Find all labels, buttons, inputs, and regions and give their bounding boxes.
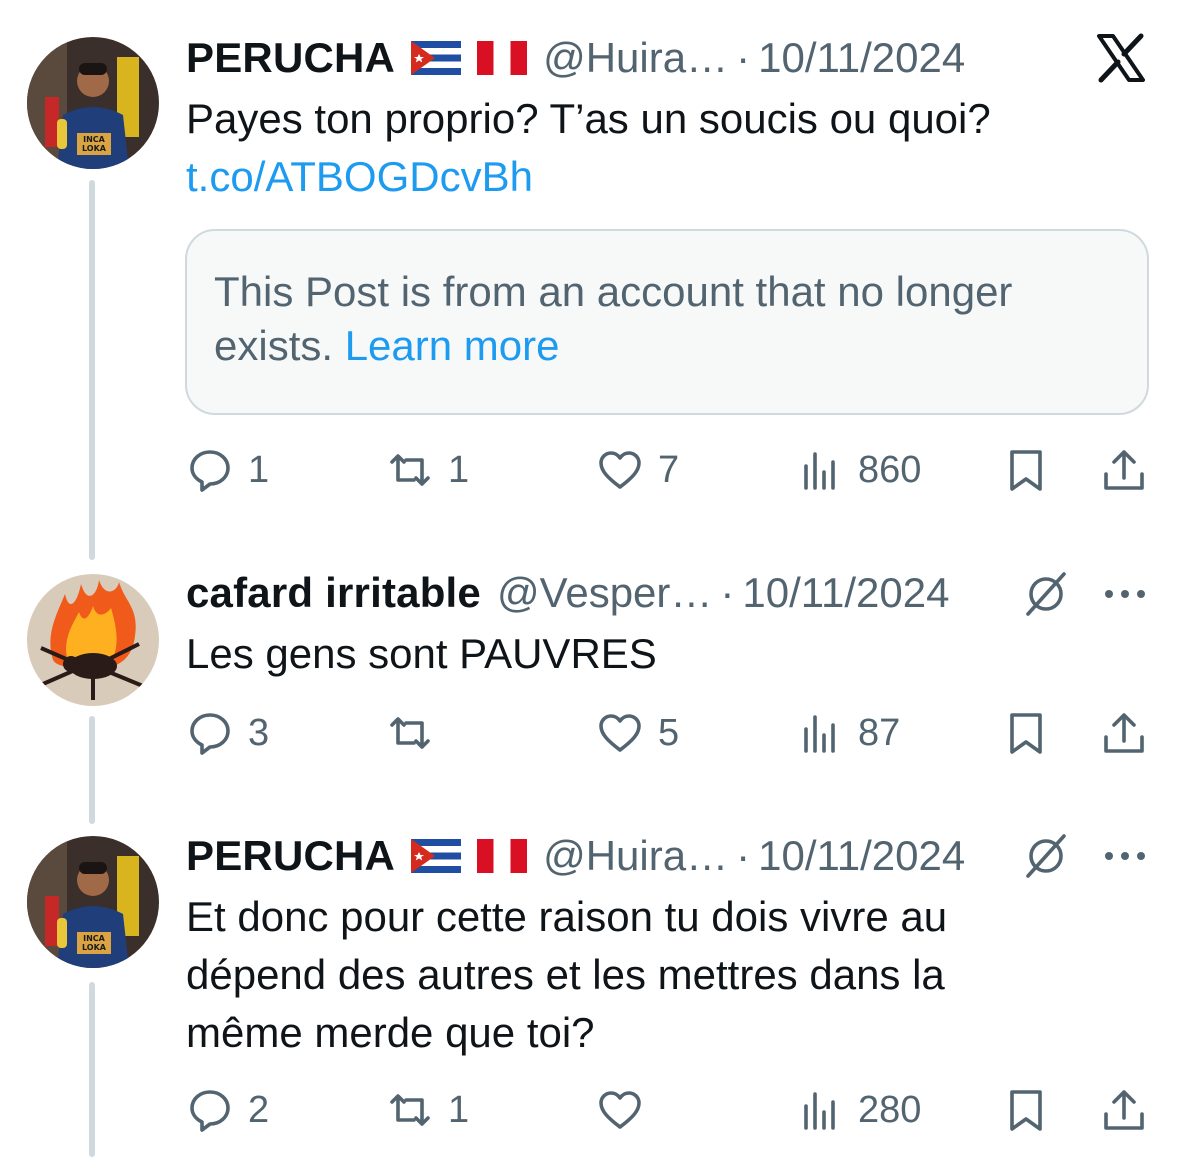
cuba-flag-icon xyxy=(411,839,462,873)
reply-button[interactable]: 3 xyxy=(186,703,269,763)
avatar[interactable] xyxy=(27,574,159,706)
avatar[interactable]: INCA LOKA xyxy=(27,836,159,968)
post-text-line: dépend des autres et les mettres dans la xyxy=(186,951,945,998)
bookmark-icon xyxy=(1002,709,1050,757)
peru-flag-icon xyxy=(477,41,528,75)
post-link[interactable]: t.co/ATBOGDcvBh xyxy=(186,148,991,206)
bookmark-icon xyxy=(1002,446,1050,494)
avatar-badge-text: INCA xyxy=(83,135,106,144)
post-header: PERUCHA @Huira… · 10/11/2024 xyxy=(186,33,965,83)
reply-button[interactable]: 1 xyxy=(186,440,269,500)
views-count: 860 xyxy=(858,448,922,491)
post-header: PERUCHA @Huira… · 10/11/2024 xyxy=(186,831,965,881)
thread-line xyxy=(89,716,95,824)
quote-text-line: This Post is from an account that no lon… xyxy=(214,268,1013,315)
post-text: Les gens sont PAUVRES xyxy=(186,625,657,683)
avatar-badge-text: INCA xyxy=(83,934,106,943)
more-options-icon[interactable] xyxy=(1102,846,1148,866)
heart-icon xyxy=(596,446,644,494)
like-count: 7 xyxy=(658,448,680,491)
reply-count: 3 xyxy=(248,711,270,754)
grok-icon[interactable] xyxy=(1022,832,1070,880)
author-name[interactable]: cafard irritable xyxy=(186,569,481,617)
like-button[interactable] xyxy=(596,1080,658,1140)
separator: · xyxy=(720,569,735,616)
quote-text-line: exists. xyxy=(214,322,334,369)
heart-icon xyxy=(596,1086,644,1134)
views-count: 87 xyxy=(858,711,901,754)
post-text: Et donc pour cette raison tu dois vivre … xyxy=(186,888,947,1062)
repost-icon xyxy=(386,446,434,494)
post-text-line: même merde que toi? xyxy=(186,1009,595,1056)
author-name[interactable]: PERUCHA xyxy=(186,34,395,82)
bookmark-button[interactable] xyxy=(1002,703,1050,763)
share-icon xyxy=(1100,446,1148,494)
reply-icon xyxy=(186,446,234,494)
author-handle[interactable]: @Huira… xyxy=(543,832,728,880)
avatar-badge-text: LOKA xyxy=(82,144,107,153)
views-button[interactable]: 280 xyxy=(796,1080,921,1140)
heart-icon xyxy=(596,709,644,757)
quoted-post-unavailable: This Post is from an account that no lon… xyxy=(185,229,1149,415)
author-handle[interactable]: @Vesper… xyxy=(497,569,712,617)
action-bar: 2 1 280 xyxy=(186,1080,1156,1140)
thread-line xyxy=(89,180,95,560)
bookmark-button[interactable] xyxy=(1002,1080,1050,1140)
x-logo-icon[interactable] xyxy=(1095,32,1147,84)
action-bar: 1 1 7 860 xyxy=(186,440,1156,500)
reply-icon xyxy=(186,709,234,757)
repost-button[interactable]: 1 xyxy=(386,440,469,500)
views-icon xyxy=(796,1086,844,1134)
peru-flag-icon xyxy=(477,839,528,873)
post-date[interactable]: 10/11/2024 xyxy=(758,832,965,880)
views-button[interactable]: 860 xyxy=(796,440,921,500)
repost-icon xyxy=(386,1086,434,1134)
post-text-line: Payes ton proprio? T’as un soucis ou quo… xyxy=(186,95,991,142)
like-button[interactable]: 5 xyxy=(596,703,679,763)
bookmark-icon xyxy=(1002,1086,1050,1134)
views-icon xyxy=(796,446,844,494)
share-button[interactable] xyxy=(1100,440,1148,500)
share-icon xyxy=(1100,1086,1148,1134)
reply-button[interactable]: 2 xyxy=(186,1080,269,1140)
like-count: 5 xyxy=(658,711,680,754)
author-handle[interactable]: @Huira… xyxy=(543,34,728,82)
share-button[interactable] xyxy=(1100,703,1148,763)
cuba-flag-icon xyxy=(411,41,462,75)
reply-count: 1 xyxy=(248,448,270,491)
views-icon xyxy=(796,709,844,757)
share-button[interactable] xyxy=(1100,1080,1148,1140)
post-date[interactable]: 10/11/2024 xyxy=(758,34,965,82)
action-bar: 3 5 87 xyxy=(186,703,1156,763)
author-name[interactable]: PERUCHA xyxy=(186,832,395,880)
separator: · xyxy=(736,832,751,879)
bookmark-button[interactable] xyxy=(1002,440,1050,500)
views-count: 280 xyxy=(858,1088,922,1131)
reply-count: 2 xyxy=(248,1088,270,1131)
repost-count: 1 xyxy=(448,1088,470,1131)
learn-more-link[interactable]: Learn more xyxy=(345,322,560,369)
post-text-line: Les gens sont PAUVRES xyxy=(186,630,657,677)
avatar[interactable]: INCA LOKA xyxy=(27,37,159,169)
avatar-badge-text: LOKA xyxy=(82,943,107,952)
like-button[interactable]: 7 xyxy=(596,440,679,500)
repost-icon xyxy=(386,709,434,757)
more-options-icon[interactable] xyxy=(1102,584,1148,604)
share-icon xyxy=(1100,709,1148,757)
thread-line xyxy=(89,982,95,1157)
post-header: cafard irritable @Vesper… · 10/11/2024 xyxy=(186,568,950,618)
reply-icon xyxy=(186,1086,234,1134)
separator: · xyxy=(736,34,751,81)
views-button[interactable]: 87 xyxy=(796,703,900,763)
grok-icon[interactable] xyxy=(1022,570,1070,618)
repost-button[interactable]: 1 xyxy=(386,1080,469,1140)
post-date[interactable]: 10/11/2024 xyxy=(742,569,949,617)
post-text: Payes ton proprio? T’as un soucis ou quo… xyxy=(186,90,991,206)
repost-count: 1 xyxy=(448,448,470,491)
repost-button[interactable] xyxy=(386,703,448,763)
post-text-line: Et donc pour cette raison tu dois vivre … xyxy=(186,893,948,940)
